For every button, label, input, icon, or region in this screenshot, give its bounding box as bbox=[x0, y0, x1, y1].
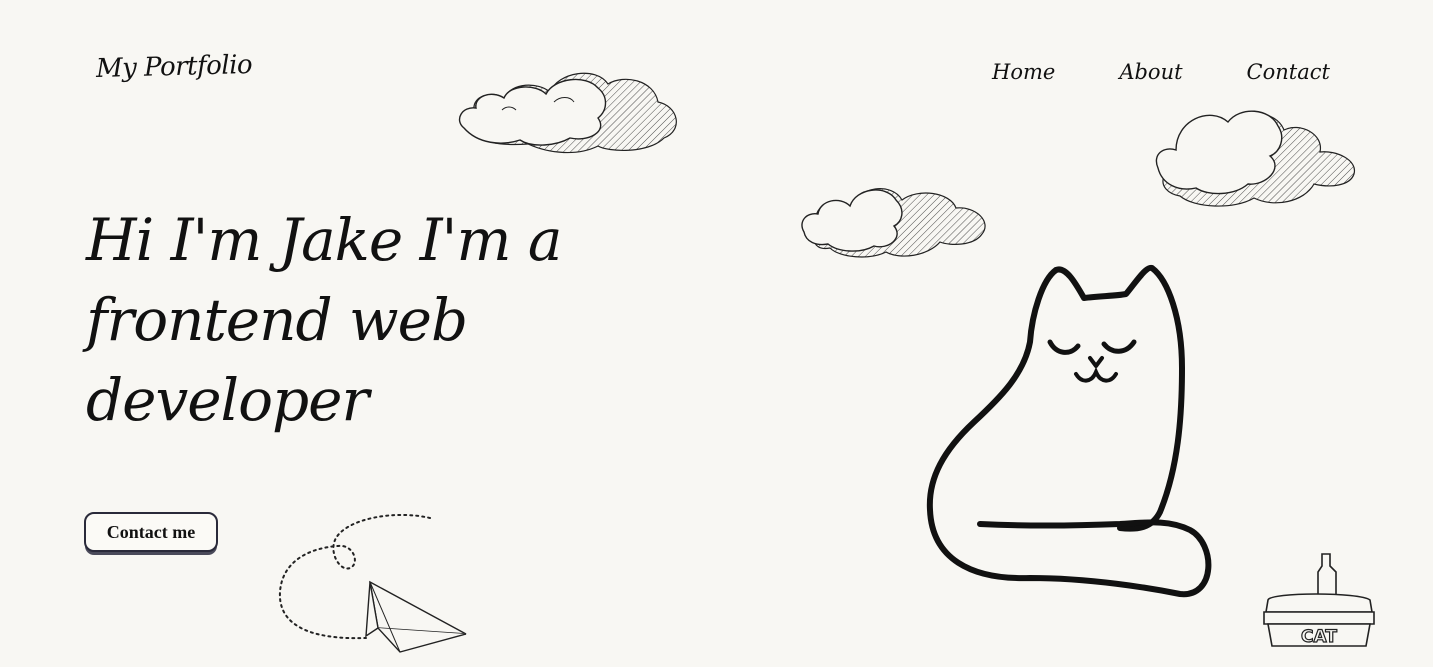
litter-box-illustration: CAT bbox=[1263, 553, 1375, 648]
cloud-illustration-2 bbox=[1155, 110, 1355, 207]
litter-box-label: CAT bbox=[1301, 627, 1337, 647]
cloud-illustration-3 bbox=[801, 188, 986, 258]
cat-illustration bbox=[926, 264, 1212, 598]
cloud-illustration-1 bbox=[458, 72, 677, 154]
contact-me-button[interactable]: Contact me bbox=[84, 512, 218, 552]
main-nav: Home About Contact bbox=[992, 60, 1330, 84]
nav-contact-link[interactable]: Contact bbox=[1247, 60, 1330, 84]
hero-title: Hi I'm Jake I'm a frontend web developer bbox=[86, 206, 562, 434]
nav-about-link[interactable]: About bbox=[1119, 60, 1182, 84]
paper-plane-illustration bbox=[278, 513, 467, 653]
nav-home-link[interactable]: Home bbox=[992, 60, 1055, 84]
site-logo[interactable]: My Portfolio bbox=[96, 50, 253, 84]
